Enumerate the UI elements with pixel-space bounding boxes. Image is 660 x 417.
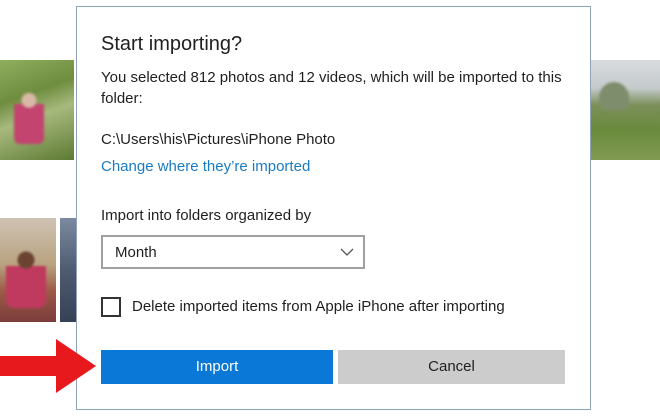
background-photo-thumbnail: [591, 60, 660, 160]
red-arrow-icon: [0, 339, 96, 393]
organize-by-selected-value: Month: [115, 244, 157, 261]
delete-after-import-label: Delete imported items from Apple iPhone …: [132, 298, 505, 315]
organize-by-dropdown[interactable]: Month: [101, 235, 365, 269]
delete-after-import-checkbox[interactable]: [101, 297, 121, 317]
destination-folder-path: C:\Users\his\Pictures\iPhone Photo: [101, 131, 336, 148]
chevron-down-icon: [340, 248, 354, 256]
import-description: You selected 812 photos and 12 videos, w…: [101, 69, 562, 107]
dialog-title: Start importing?: [101, 33, 243, 55]
import-dialog: Start importing? You selected 812 photos…: [76, 6, 591, 410]
delete-after-import-option[interactable]: Delete imported items from Apple iPhone …: [101, 295, 561, 319]
background-photo-thumbnail: [0, 218, 56, 322]
change-destination-link[interactable]: Change where they’re imported: [101, 158, 310, 175]
photo-tree: [597, 80, 631, 110]
organize-by-label: Import into folders organized by: [101, 207, 312, 224]
import-button[interactable]: Import: [101, 350, 333, 384]
photo-figure: [6, 248, 46, 308]
photo-figure: [14, 88, 44, 144]
background-photo-thumbnail: [0, 60, 74, 160]
background-photo-thumbnail: [60, 218, 76, 322]
cancel-button[interactable]: Cancel: [338, 350, 565, 384]
